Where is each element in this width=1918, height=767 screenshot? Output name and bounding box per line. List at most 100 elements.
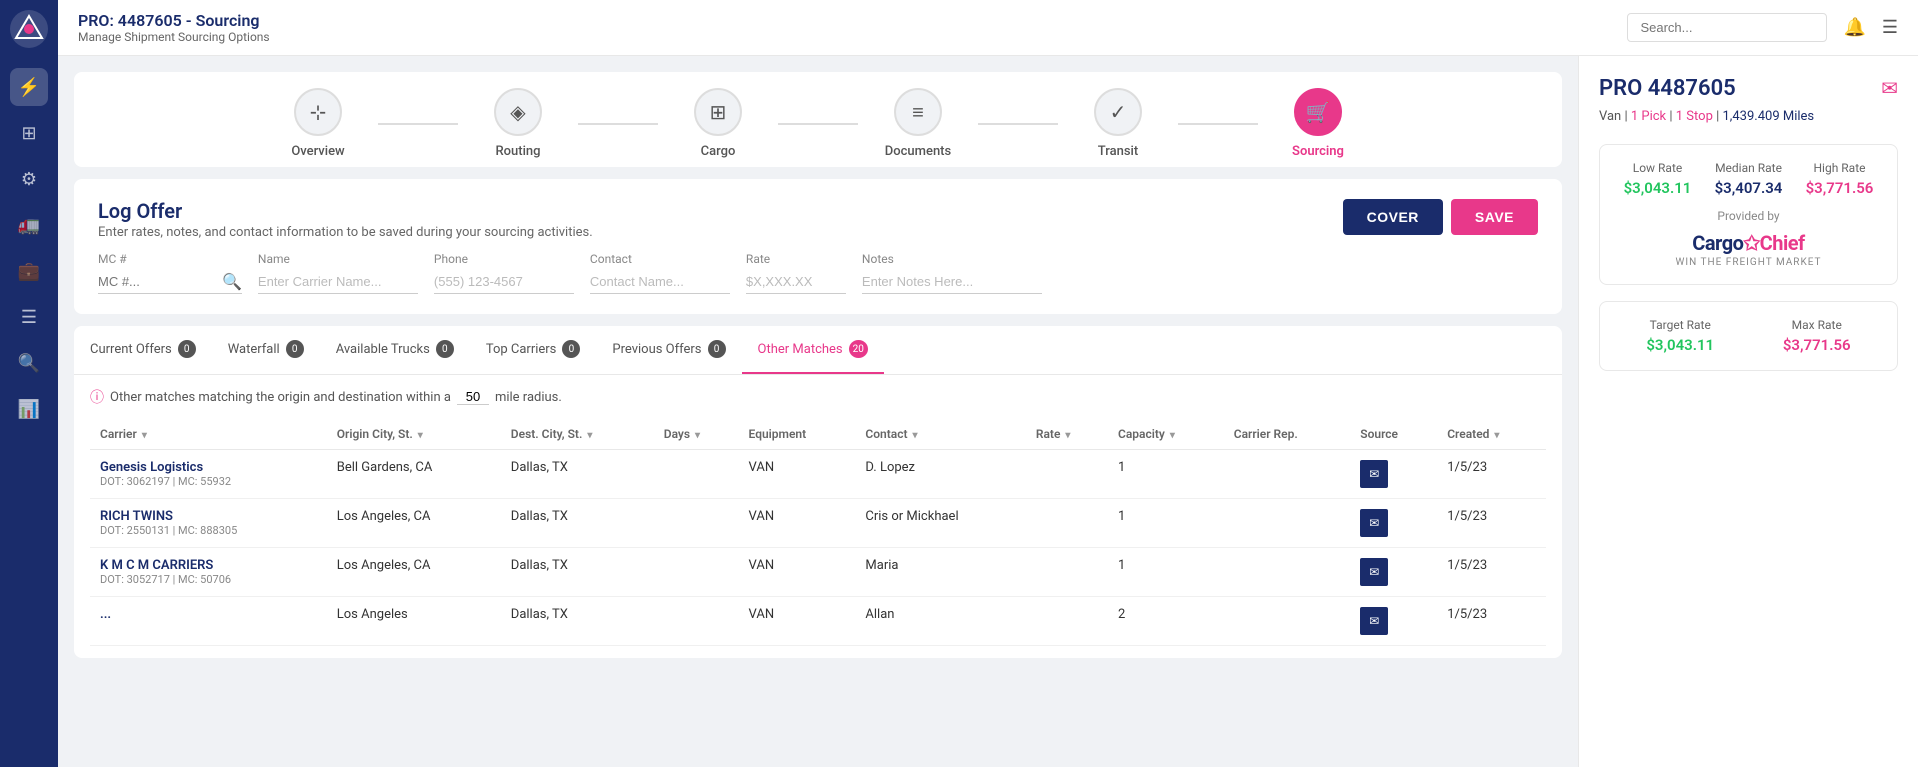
- pro-header: PRO 4487605 ✉: [1599, 76, 1898, 101]
- rate-input[interactable]: [746, 270, 846, 294]
- step-transit[interactable]: ✓ Transit: [1058, 88, 1178, 159]
- menu-icon[interactable]: ☰: [1882, 17, 1898, 38]
- col-contact[interactable]: Contact ▾: [855, 419, 1025, 450]
- equipment-cell: VAN: [739, 499, 856, 548]
- col-carrier-rep: Carrier Rep.: [1224, 419, 1351, 450]
- mail-icon[interactable]: ✉: [1881, 76, 1898, 100]
- low-rate-label: Low Rate: [1616, 161, 1699, 175]
- mc-input[interactable]: [98, 270, 218, 293]
- col-carrier[interactable]: Carrier ▾: [90, 419, 327, 450]
- carrier-name[interactable]: RICH TWINS: [100, 509, 317, 524]
- step-circle-sourcing: 🛒: [1294, 88, 1342, 136]
- step-circle-routing: ◈: [494, 88, 542, 136]
- capacity-cell: 1: [1108, 450, 1224, 499]
- log-offer-subtitle: Enter rates, notes, and contact informat…: [98, 225, 593, 240]
- tab-waterfall-label: Waterfall: [228, 342, 280, 357]
- app-logo[interactable]: [10, 10, 48, 48]
- col-origin[interactable]: Origin City, St. ▾: [327, 419, 501, 450]
- tab-top-carriers-badge: 0: [562, 340, 580, 358]
- tab-previous-offers[interactable]: Previous Offers 0: [596, 326, 741, 374]
- target-rate-item: Target Rate $3,043.11: [1616, 318, 1745, 354]
- tab-other-matches[interactable]: Other Matches 20: [742, 326, 884, 374]
- tab-current-offers-label: Current Offers: [90, 342, 172, 357]
- log-offer-fields: MC # 🔍 Name Phone: [98, 252, 1538, 294]
- step-cargo[interactable]: ⊞ Cargo: [658, 88, 778, 159]
- radius-suffix: mile radius.: [495, 390, 562, 405]
- median-rate-item: Median Rate $3,407.34: [1707, 161, 1790, 197]
- cargo-chief-accent: ✩Chief: [1743, 231, 1804, 255]
- max-rate-value: $3,771.56: [1753, 336, 1882, 354]
- sidebar-item-search[interactable]: 🔍: [10, 344, 48, 382]
- step-line-4: [978, 123, 1058, 125]
- notes-field-group: Notes: [862, 252, 1042, 294]
- meta-miles[interactable]: 1,439.409 Miles: [1723, 109, 1815, 124]
- sidebar-item-truck[interactable]: 🚛: [10, 206, 48, 244]
- search-input[interactable]: [1627, 13, 1827, 42]
- tab-current-offers[interactable]: Current Offers 0: [74, 326, 212, 374]
- carrier-rep-cell: [1224, 450, 1351, 499]
- matches-table: Carrier ▾ Origin City, St. ▾ Dest. City,…: [90, 419, 1546, 646]
- low-rate-value: $3,043.11: [1616, 179, 1699, 197]
- sidebar-item-briefcase[interactable]: 💼: [10, 252, 48, 290]
- sidebar-item-analytics[interactable]: ⚡: [10, 68, 48, 106]
- sidebar-item-list[interactable]: ☰: [10, 298, 48, 336]
- cover-button[interactable]: COVER: [1343, 199, 1443, 235]
- step-routing[interactable]: ◈ Routing: [458, 88, 578, 159]
- source-cell: ✉: [1350, 499, 1437, 548]
- topbar-title: PRO: 4487605 - Sourcing Manage Shipment …: [78, 11, 1627, 44]
- rate-field-group: Rate: [746, 252, 846, 294]
- log-offer-title-area: Log Offer Enter rates, notes, and contac…: [98, 199, 593, 240]
- tab-waterfall[interactable]: Waterfall 0: [212, 326, 320, 374]
- step-line-1: [378, 123, 458, 125]
- workflow-steps: ⊹ Overview ◈ Routing ⊞ Cargo: [258, 88, 1378, 159]
- sidebar-item-chart[interactable]: 📊: [10, 390, 48, 428]
- sidebar-item-dashboard[interactable]: ⊞: [10, 114, 48, 152]
- col-days[interactable]: Days ▾: [654, 419, 739, 450]
- days-cell: [654, 548, 739, 597]
- origin-cell: Los Angeles, CA: [327, 548, 501, 597]
- carrier-name[interactable]: ...: [100, 607, 317, 622]
- tab-available-trucks[interactable]: Available Trucks 0: [320, 326, 470, 374]
- col-capacity[interactable]: Capacity ▾: [1108, 419, 1224, 450]
- carrier-name[interactable]: Genesis Logistics: [100, 460, 317, 475]
- col-rate[interactable]: Rate ▾: [1026, 419, 1108, 450]
- low-rate-item: Low Rate $3,043.11: [1616, 161, 1699, 197]
- col-dest[interactable]: Dest. City, St. ▾: [501, 419, 654, 450]
- col-created[interactable]: Created ▾: [1437, 419, 1546, 450]
- log-offer-buttons: COVER SAVE: [1343, 199, 1538, 235]
- table-row: RICH TWINS DOT: 2550131 | MC: 888305 Los…: [90, 499, 1546, 548]
- mc-label: MC #: [98, 252, 242, 266]
- source-icon: ✉: [1360, 607, 1388, 635]
- save-button[interactable]: SAVE: [1451, 199, 1538, 235]
- capacity-cell: 1: [1108, 548, 1224, 597]
- step-sourcing[interactable]: 🛒 Sourcing: [1258, 88, 1378, 159]
- tabs-header: Current Offers 0 Waterfall 0 Available T…: [74, 326, 1562, 375]
- carrier-name[interactable]: K M C M CARRIERS: [100, 558, 317, 573]
- notes-input[interactable]: [862, 270, 1042, 294]
- phone-label: Phone: [434, 252, 574, 266]
- pro-meta: Van | 1 Pick | 1 Stop | 1,439.409 Miles: [1599, 109, 1898, 124]
- step-documents[interactable]: ≡ Documents: [858, 88, 978, 159]
- tab-waterfall-badge: 0: [286, 340, 304, 358]
- high-rate-value: $3,771.56: [1798, 179, 1881, 197]
- matches-info: ⓘ Other matches matching the origin and …: [90, 387, 1546, 407]
- contact-input[interactable]: [590, 270, 730, 294]
- phone-input[interactable]: [434, 270, 574, 294]
- step-overview[interactable]: ⊹ Overview: [258, 88, 378, 159]
- carrier-dot: DOT: 3052717 | MC: 50706: [100, 573, 317, 586]
- name-field-group: Name: [258, 252, 418, 294]
- rate-cell: [1026, 597, 1108, 646]
- bell-icon[interactable]: 🔔: [1843, 17, 1865, 38]
- equipment-cell: VAN: [739, 548, 856, 597]
- name-input[interactable]: [258, 270, 418, 294]
- sidebar-item-tools[interactable]: ⚙: [10, 160, 48, 198]
- radius-input[interactable]: [457, 389, 489, 405]
- name-label: Name: [258, 252, 418, 266]
- cargo-chief-logo: Cargo✩Chief: [1616, 231, 1881, 255]
- meta-stops: 1 Stop: [1676, 109, 1713, 124]
- tab-top-carriers[interactable]: Top Carriers 0: [470, 326, 597, 374]
- step-label-overview: Overview: [291, 144, 344, 159]
- source-icon: ✉: [1360, 509, 1388, 537]
- days-cell: [654, 499, 739, 548]
- mc-search-button[interactable]: 🔍: [222, 272, 242, 292]
